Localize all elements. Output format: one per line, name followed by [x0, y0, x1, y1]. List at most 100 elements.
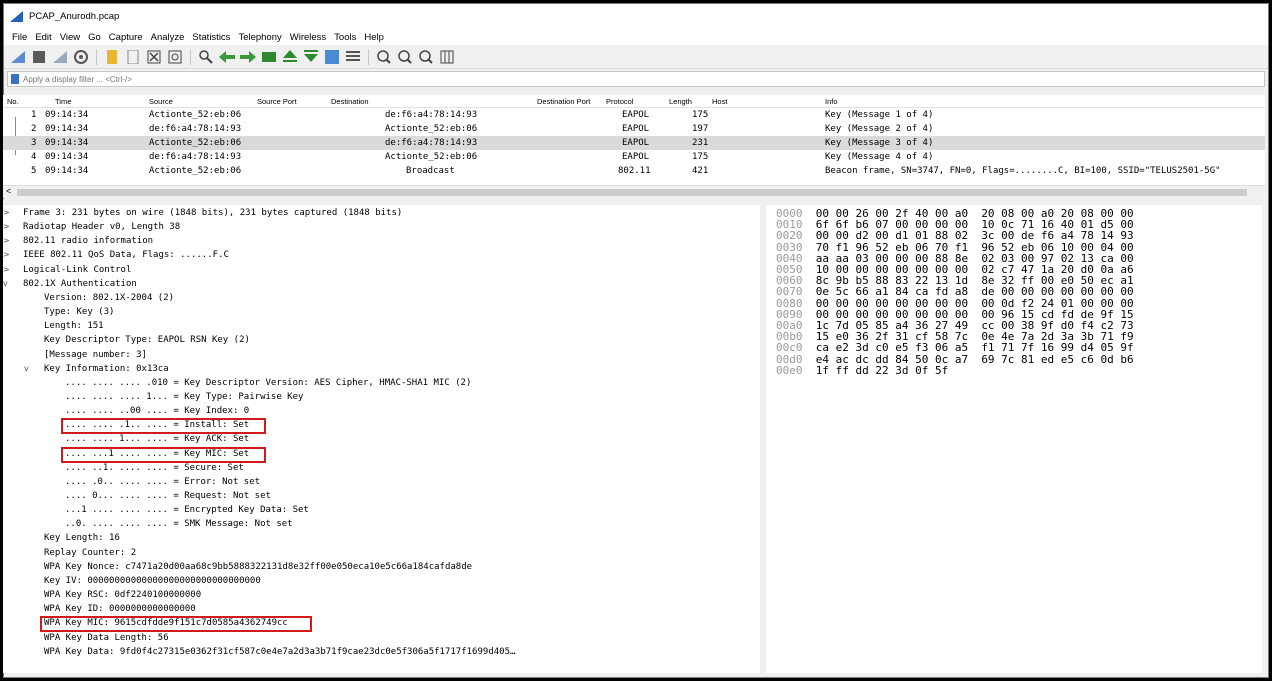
- open-file-icon[interactable]: [104, 49, 120, 65]
- column-source-port[interactable]: Source Port: [257, 97, 297, 106]
- column-no[interactable]: No.: [7, 97, 19, 106]
- main-toolbar: [4, 45, 1268, 69]
- detail-text: Radiotap Header v0, Length 38: [23, 222, 181, 233]
- menu-file[interactable]: File: [8, 32, 31, 43]
- packet-list-scrollbar[interactable]: <: [3, 185, 1265, 198]
- expand-right-icon[interactable]: >: [3, 222, 15, 231]
- save-file-icon[interactable]: [125, 49, 141, 65]
- menu-capture[interactable]: Capture: [105, 32, 147, 43]
- detail-text: WPA Key Data: 9fd0f4c27315e0362f31cf587c…: [44, 646, 516, 657]
- detail-text: Key IV: 00000000000000000000000000000000: [44, 575, 261, 586]
- detail-text: WPA Key Data Length: 56: [44, 632, 169, 643]
- restart-capture-icon[interactable]: [52, 49, 68, 65]
- start-capture-icon[interactable]: [10, 49, 26, 65]
- close-file-icon[interactable]: [146, 49, 162, 65]
- title-bar: PCAP_Anurodh.pcap: [4, 4, 1268, 29]
- detail-text: .... .... ..00 .... = Key Index: 0: [65, 406, 250, 417]
- display-filter-input[interactable]: [23, 74, 623, 84]
- capture-options-icon[interactable]: [73, 49, 89, 65]
- menu-help[interactable]: Help: [360, 32, 388, 43]
- detail-text: .... .... .... .010 = Key Descriptor Ver…: [65, 377, 472, 388]
- find-packet-icon[interactable]: [198, 49, 214, 65]
- packet-list: No. Time Source Source Port Destination …: [3, 95, 1265, 185]
- toolbar-separator: [190, 48, 191, 65]
- detail-text: Key Descriptor Type: EAPOL RSN Key (2): [44, 335, 250, 346]
- detail-text: Frame 3: 231 bytes on wire (1848 bits), …: [23, 208, 403, 218]
- scroll-left-icon[interactable]: <: [6, 186, 11, 196]
- expand-down-icon[interactable]: v: [3, 279, 15, 288]
- menu-bar: File Edit View Go Capture Analyze Statis…: [4, 29, 1268, 45]
- scrollbar-thumb[interactable]: [17, 189, 1247, 196]
- hex-row[interactable]: 00e0 1f ff dd 22 3d 0f 5f: [776, 365, 948, 377]
- colorize-icon[interactable]: [345, 49, 361, 65]
- normal-size-icon[interactable]: [418, 49, 434, 65]
- column-destination-port[interactable]: Destination Port: [537, 97, 590, 106]
- go-first-packet-icon[interactable]: [282, 49, 298, 65]
- menu-edit[interactable]: Edit: [31, 32, 55, 43]
- column-host[interactable]: Host: [712, 97, 727, 106]
- detail-text: 802.1X Authentication: [23, 278, 137, 289]
- expand-right-icon[interactable]: >: [3, 250, 15, 259]
- expand-right-icon[interactable]: >: [3, 265, 15, 274]
- detail-text: .... ..1. .... .... = Secure: Set: [65, 462, 244, 473]
- packet-row[interactable]: 1 09:14:34 Actionte_52:eb:06 de:f6:a4:78…: [3, 108, 1265, 122]
- packet-row[interactable]: 4 09:14:34 de:f6:a4:78:14:93 Actionte_52…: [3, 150, 1265, 164]
- window-title: PCAP_Anurodh.pcap: [29, 11, 120, 22]
- zoom-out-icon[interactable]: [397, 49, 413, 65]
- menu-tools[interactable]: Tools: [330, 32, 360, 43]
- column-source[interactable]: Source: [149, 97, 173, 106]
- detail-text: [Message number: 3]: [44, 349, 147, 360]
- autoscroll-icon[interactable]: [324, 49, 340, 65]
- menu-wireless[interactable]: Wireless: [286, 32, 330, 43]
- packet-row[interactable]: 5 09:14:34 Actionte_52:eb:06 Broadcast 8…: [3, 164, 1265, 178]
- menu-telephony[interactable]: Telephony: [234, 32, 285, 43]
- expand-down-icon[interactable]: v: [24, 364, 36, 373]
- detail-text: .... 0... .... .... = Request: Not set: [65, 491, 271, 501]
- column-destination[interactable]: Destination: [331, 97, 369, 106]
- detail-text: WPA Key ID: 0000000000000000: [44, 604, 196, 615]
- menu-analyze[interactable]: Analyze: [147, 32, 189, 43]
- detail-text: ..0. .... .... .... = SMK Message: Not s…: [65, 519, 293, 530]
- menu-view[interactable]: View: [56, 32, 84, 43]
- bookmark-icon[interactable]: [11, 74, 19, 84]
- toolbar-separator: [96, 48, 97, 65]
- expand-right-icon[interactable]: >: [3, 208, 15, 217]
- hex-bytes: 1f ff dd 22 3d 0f 5f: [815, 363, 949, 377]
- annotation-highlight-box: [61, 446, 266, 463]
- detail-text: WPA Key Nonce: c7471a20d00aa68c9bb588832…: [44, 561, 473, 572]
- go-back-icon[interactable]: [219, 49, 235, 65]
- detail-text: Length: 151: [44, 321, 104, 332]
- menu-go[interactable]: Go: [84, 32, 105, 43]
- go-last-packet-icon[interactable]: [303, 49, 319, 65]
- hex-offset: 00e0: [776, 363, 803, 377]
- detail-text: IEEE 802.11 QoS Data, Flags: ......F.C: [23, 250, 229, 261]
- column-info[interactable]: Info: [825, 97, 838, 106]
- detail-text: Replay Counter: 2: [44, 547, 137, 558]
- annotation-highlight-box: [40, 616, 312, 633]
- detail-text: 802.11 radio information: [23, 236, 154, 247]
- expand-right-icon[interactable]: >: [3, 236, 15, 245]
- packet-row[interactable]: 2 09:14:34 de:f6:a4:78:14:93 Actionte_52…: [3, 122, 1265, 136]
- column-length[interactable]: Length: [669, 97, 692, 106]
- toolbar-separator: [368, 48, 369, 65]
- go-forward-icon[interactable]: [240, 49, 256, 65]
- packet-details-pane: > Frame 3: 231 bytes on wire (1848 bits),…: [3, 205, 760, 673]
- go-to-packet-icon[interactable]: [261, 49, 277, 65]
- column-time[interactable]: Time: [55, 97, 71, 106]
- detail-text: WPA Key RSC: 0df2240100000000: [44, 590, 202, 601]
- detail-text: ...1 .... .... .... = Encrypted Key Data…: [65, 505, 309, 516]
- detail-text: .... .0.. .... .... = Error: Not set: [65, 476, 261, 487]
- detail-text: .... .... 1... .... = Key ACK: Set: [65, 434, 250, 445]
- reload-file-icon[interactable]: [167, 49, 183, 65]
- detail-text: Logical-Link Control: [23, 264, 132, 275]
- stop-capture-icon[interactable]: [31, 49, 47, 65]
- zoom-in-icon[interactable]: [376, 49, 392, 65]
- packet-row-selected[interactable]: 3 09:14:34 Actionte_52:eb:06 de:f6:a4:78…: [3, 136, 1265, 150]
- detail-text: Key Information: 0x13ca: [44, 363, 169, 374]
- detail-text: Key Length: 16: [44, 533, 120, 544]
- column-protocol[interactable]: Protocol: [606, 97, 634, 106]
- detail-text: .... .... .... 1... = Key Type: Pairwise…: [65, 391, 304, 402]
- menu-statistics[interactable]: Statistics: [188, 32, 234, 43]
- annotation-highlight-box: [61, 418, 266, 435]
- resize-columns-icon[interactable]: [439, 49, 455, 65]
